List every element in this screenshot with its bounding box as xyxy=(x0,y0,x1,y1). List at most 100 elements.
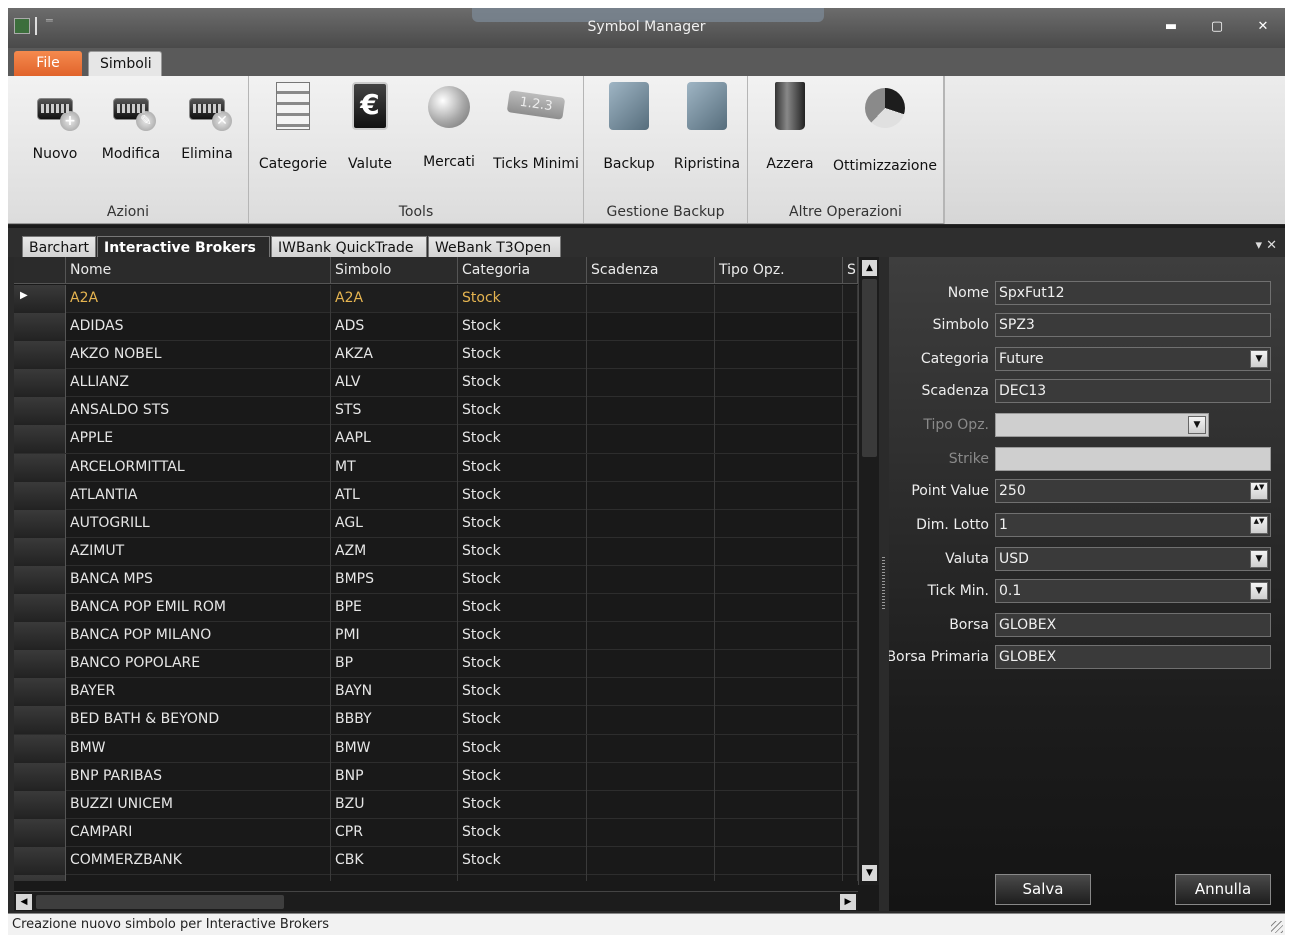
cell-tipo-opz[interactable] xyxy=(715,790,843,819)
grid-horizontal-scrollbar[interactable]: ◀ ▶ xyxy=(14,891,858,911)
cell-scadenza[interactable] xyxy=(587,678,715,707)
cell-scadenza[interactable] xyxy=(587,481,715,510)
cell-categoria[interactable]: Stock xyxy=(458,818,587,847)
cell-strike[interactable] xyxy=(843,537,858,566)
row-selector[interactable] xyxy=(14,678,66,707)
cell-categoria[interactable]: Stock xyxy=(458,678,587,707)
tipo-opz-select[interactable]: ▼ xyxy=(995,413,1209,437)
cell-simbolo[interactable]: DCX xyxy=(331,874,458,881)
column-header-scadenza[interactable]: Scadenza xyxy=(587,257,715,284)
cell-strike[interactable] xyxy=(843,565,858,594)
cell-tipo-opz[interactable] xyxy=(715,369,843,398)
cell-strike[interactable] xyxy=(843,650,858,679)
table-row[interactable]: A2AA2AStock xyxy=(14,285,879,314)
nuovo-button[interactable]: + Nuovo xyxy=(20,82,90,162)
cell-tipo-opz[interactable] xyxy=(715,509,843,538)
row-selector[interactable] xyxy=(14,369,66,398)
ottimizzazione-button[interactable]: Ottimizzazione xyxy=(832,82,938,174)
chevron-down-icon[interactable]: ▼ xyxy=(1188,416,1206,434)
cell-simbolo[interactable]: MT xyxy=(331,453,458,482)
cell-categoria[interactable]: Stock xyxy=(458,481,587,510)
cell-strike[interactable] xyxy=(843,678,858,707)
cell-categoria[interactable]: Stock xyxy=(458,762,587,791)
table-row[interactable]: BED BATH & BEYOND BBBY Stock xyxy=(14,706,879,735)
cell-strike[interactable] xyxy=(843,285,858,313)
valuta-select[interactable]: USD ▼ xyxy=(995,547,1271,571)
cell-tipo-opz[interactable] xyxy=(715,537,843,566)
cell-simbolo[interactable]: CPR xyxy=(331,818,458,847)
cell-categoria[interactable]: Stock xyxy=(458,509,587,538)
cell-scadenza[interactable] xyxy=(587,453,715,482)
cell-categoria[interactable]: Stock xyxy=(458,425,587,454)
cell-categoria[interactable]: Stock xyxy=(458,874,587,881)
spinner-arrows-icon[interactable]: ▲▼ xyxy=(1250,482,1268,500)
table-row[interactable]: AKZO NOBEL AKZA Stock xyxy=(14,341,879,370)
borsa-field[interactable]: GLOBEX xyxy=(995,613,1271,637)
table-row[interactable]: CAMPARI CPR Stock xyxy=(14,818,879,847)
cell-scadenza[interactable] xyxy=(587,425,715,454)
cell-simbolo[interactable]: AZM xyxy=(331,537,458,566)
table-row[interactable]: ARCELORMITTAL MT Stock xyxy=(14,453,879,482)
row-selector[interactable] xyxy=(14,425,66,454)
row-selector[interactable] xyxy=(14,509,66,538)
row-selector[interactable] xyxy=(14,285,66,313)
cell-tipo-opz[interactable] xyxy=(715,565,843,594)
ticks-minimi-button[interactable]: 1.2.3 Ticks Minimi xyxy=(491,82,581,172)
cell-nome[interactable]: BAYER xyxy=(66,678,331,707)
cell-scadenza[interactable] xyxy=(587,650,715,679)
row-selector[interactable] xyxy=(14,706,66,735)
cell-simbolo[interactable]: ATL xyxy=(331,481,458,510)
cell-nome[interactable]: COMMERZBANK xyxy=(66,846,331,875)
table-row[interactable]: BMW BMW Stock xyxy=(14,734,879,763)
cancel-button[interactable]: Annulla xyxy=(1175,874,1271,905)
cell-scadenza[interactable] xyxy=(587,734,715,763)
cell-simbolo[interactable]: STS xyxy=(331,397,458,426)
close-button[interactable]: ✕ xyxy=(1253,19,1273,35)
cell-strike[interactable] xyxy=(843,313,858,342)
cell-scadenza[interactable] xyxy=(587,565,715,594)
scadenza-field[interactable]: DEC13 xyxy=(995,379,1271,403)
cell-scadenza[interactable] xyxy=(587,594,715,623)
column-header-categoria[interactable]: Categoria xyxy=(458,257,587,284)
table-row[interactable]: DAIMLERDCXStock xyxy=(14,874,879,881)
cell-categoria[interactable]: Stock xyxy=(458,313,587,342)
cell-simbolo[interactable]: BAYN xyxy=(331,678,458,707)
cell-nome[interactable]: AZIMUT xyxy=(66,537,331,566)
cell-tipo-opz[interactable] xyxy=(715,650,843,679)
cell-categoria[interactable]: Stock xyxy=(458,706,587,735)
table-row[interactable]: COMMERZBANK CBK Stock xyxy=(14,846,879,875)
categorie-button[interactable]: Categorie xyxy=(255,82,331,172)
simbolo-field[interactable]: SPZ3 xyxy=(995,313,1271,337)
splitter-grip[interactable] xyxy=(882,557,885,611)
cell-simbolo[interactable]: ALV xyxy=(331,369,458,398)
row-selector[interactable] xyxy=(14,790,66,819)
elimina-button[interactable]: ✕ Elimina xyxy=(172,82,242,162)
row-selector[interactable] xyxy=(14,762,66,791)
cell-categoria[interactable]: Stock xyxy=(458,285,587,313)
cell-scadenza[interactable] xyxy=(587,622,715,651)
cell-scadenza[interactable] xyxy=(587,762,715,791)
cell-categoria[interactable]: Stock xyxy=(458,594,587,623)
scroll-left-arrow-icon[interactable]: ◀ xyxy=(16,894,32,910)
ripristina-button[interactable]: Ripristina xyxy=(670,82,744,172)
chevron-down-icon[interactable]: ▼ xyxy=(1250,350,1268,368)
horizontal-scroll-thumb[interactable] xyxy=(36,895,284,909)
cell-strike[interactable] xyxy=(843,594,858,623)
cell-categoria[interactable]: Stock xyxy=(458,622,587,651)
cell-categoria[interactable]: Stock xyxy=(458,453,587,482)
cell-nome[interactable]: BUZZI UNICEM xyxy=(66,790,331,819)
cell-scadenza[interactable] xyxy=(587,509,715,538)
scroll-up-arrow-icon[interactable]: ▲ xyxy=(862,260,877,276)
cell-simbolo[interactable]: AGL xyxy=(331,509,458,538)
azzera-button[interactable]: Azzera xyxy=(754,82,826,172)
cell-categoria[interactable]: Stock xyxy=(458,734,587,763)
row-selector[interactable] xyxy=(14,313,66,342)
cell-tipo-opz[interactable] xyxy=(715,874,843,881)
cell-tipo-opz[interactable] xyxy=(715,341,843,370)
cell-tipo-opz[interactable] xyxy=(715,594,843,623)
row-selector[interactable] xyxy=(14,594,66,623)
cell-strike[interactable] xyxy=(843,341,858,370)
tab-file[interactable]: File xyxy=(14,51,82,77)
save-button[interactable]: Salva xyxy=(995,874,1091,905)
row-selector[interactable] xyxy=(14,537,66,566)
